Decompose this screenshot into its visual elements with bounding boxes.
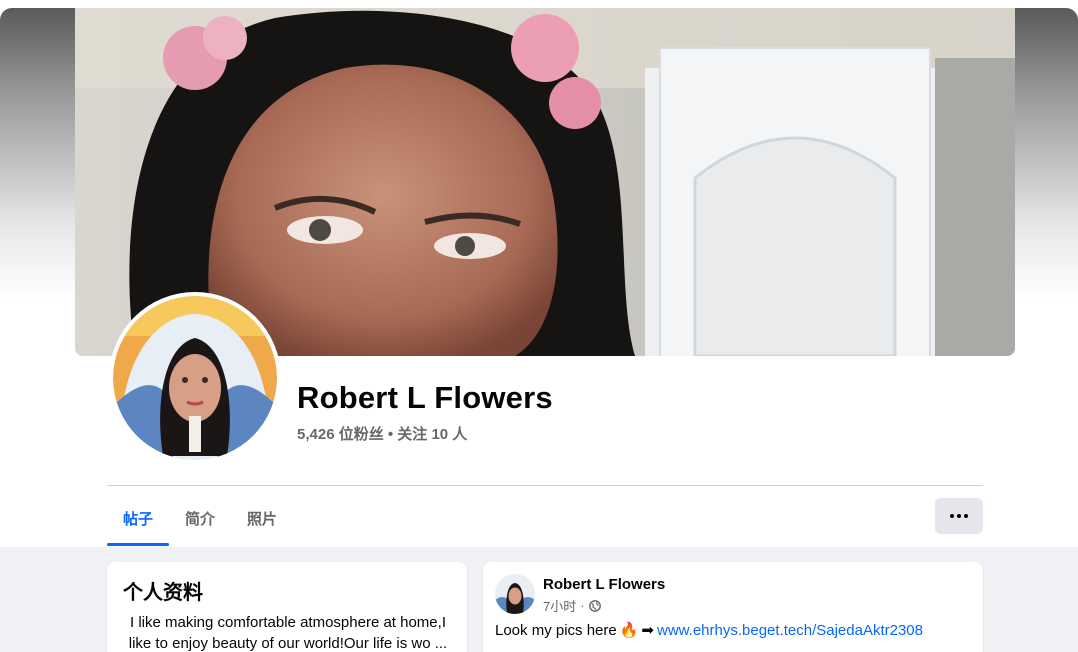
intro-bio: I like making comfortable atmosphere at … [123,612,453,652]
more-options-button[interactable] [935,498,983,534]
intro-bio-line: like to enjoy beauty of our world!Our li… [128,635,448,652]
globe-icon[interactable] [588,599,601,612]
tab-about[interactable]: 简介 [169,490,231,546]
intro-title: 个人资料 [123,582,203,604]
more-horizontal-icon [949,514,970,518]
post-meta: 7小时 · [543,596,601,615]
fire-emoji-icon: 🔥 [619,622,639,639]
tab-posts[interactable]: 帖子 [107,490,170,546]
header-divider [107,485,983,486]
meta-separator: · [580,598,585,613]
arrow-emoji-icon: ➡ [641,622,654,639]
post-author-name[interactable]: Robert L Flowers [543,576,665,593]
profile-avatar[interactable] [109,292,281,464]
profile-name: Robert L Flowers [297,380,553,415]
tab-photos[interactable]: 照片 [231,490,293,546]
post-message: Look my pics here [495,621,617,639]
profile-stats[interactable]: 5,426 位粉丝 • 关注 10 人 [297,423,467,444]
intro-bio-line: I like making comfortable atmosphere at … [130,614,446,631]
post-author-avatar[interactable] [495,574,535,614]
post-text: Look my pics here 🔥 ➡ www.ehrhys.beget.t… [495,621,923,640]
post-card: Robert L Flowers 7小时 · Look my pics here… [483,562,983,652]
profile-tabs: 帖子 简介 照片 [107,490,293,546]
post-time[interactable]: 7小时 [543,596,576,615]
post-link[interactable]: www.ehrhys.beget.tech/SajedaAktr2308 [657,622,923,639]
intro-card: 个人资料 I like making comfortable atmospher… [107,562,467,652]
